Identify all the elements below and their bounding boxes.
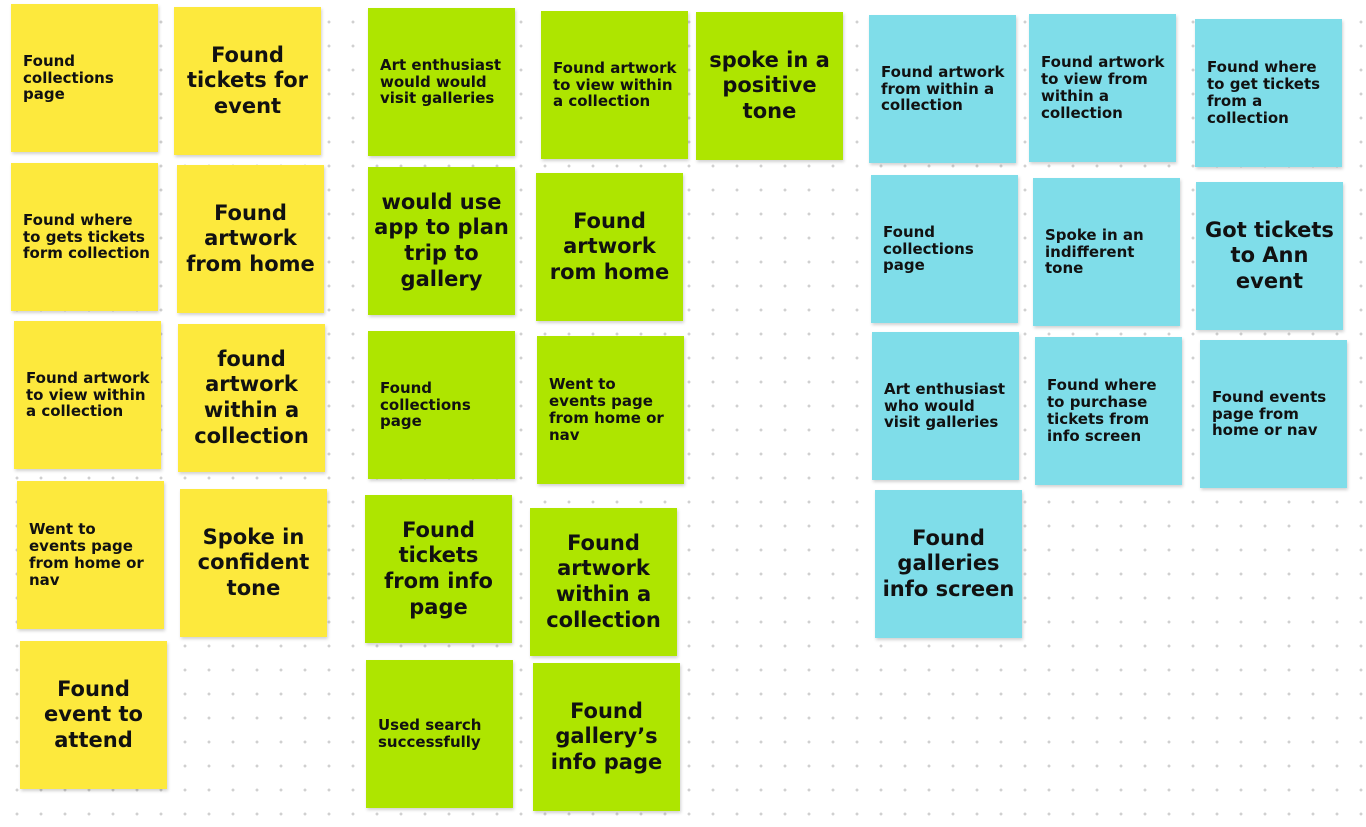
- whiteboard-canvas[interactable]: Found collections page Found tickets for…: [0, 0, 1366, 827]
- sticky-note-blue-found-artwork-from-within[interactable]: Found artwork from within a collection: [869, 15, 1016, 163]
- sticky-note-text: Found galleries info screen: [882, 525, 1015, 601]
- sticky-note-text: Found event to attend: [44, 676, 143, 752]
- sticky-note-blue-found-events-page[interactable]: Found events page from home or nav: [1200, 340, 1347, 488]
- sticky-note-text: Found artwork to view within a collectio…: [553, 58, 677, 111]
- sticky-note-yellow-found-artwork-within-collection[interactable]: found artwork within a collection: [178, 324, 325, 472]
- sticky-note-blue-spoke-in-indifferent-tone[interactable]: Spoke in an indifferent tone: [1033, 178, 1180, 326]
- sticky-note-text: Got tickets to Ann event: [1205, 217, 1334, 293]
- sticky-note-green-found-artwork-to-view[interactable]: Found artwork to view within a collectio…: [541, 11, 688, 159]
- sticky-note-green-spoke-in-positive-tone[interactable]: spoke in a positive tone: [696, 12, 843, 160]
- sticky-note-text: would use app to plan trip to gallery: [374, 189, 509, 291]
- sticky-note-green-would-use-app[interactable]: would use app to plan trip to gallery: [368, 167, 515, 315]
- sticky-note-green-found-artwork-rom-home[interactable]: Found artwork rom home: [536, 173, 683, 321]
- sticky-note-text: Found where to purchase tickets from inf…: [1047, 376, 1157, 445]
- sticky-note-text: Spoke in confident tone: [197, 524, 310, 600]
- sticky-note-yellow-found-collections-page[interactable]: Found collections page: [11, 4, 158, 152]
- sticky-note-text: Found collections page: [23, 51, 114, 104]
- sticky-note-yellow-went-to-events-page[interactable]: Went to events page from home or nav: [17, 481, 164, 629]
- sticky-note-text: Found artwork from within a collection: [881, 62, 1005, 115]
- sticky-note-green-found-artwork-within-collection[interactable]: Found artwork within a collection: [530, 508, 677, 656]
- sticky-note-text: Found artwork from home: [186, 200, 315, 276]
- sticky-note-text: spoke in a positive tone: [709, 47, 830, 123]
- sticky-note-blue-found-where-to-get-tickets[interactable]: Found where to get tickets from a collec…: [1195, 19, 1342, 167]
- sticky-note-text: Found artwork to view within a collectio…: [26, 368, 150, 421]
- sticky-note-text: Spoke in an indifferent tone: [1045, 225, 1144, 278]
- sticky-note-text: Went to events page from home or nav: [29, 520, 144, 589]
- sticky-note-yellow-found-tickets-for-event[interactable]: Found tickets for event: [174, 7, 321, 155]
- sticky-note-text: Used search successfully: [378, 716, 482, 751]
- sticky-note-text: Found collections page: [883, 222, 974, 275]
- sticky-note-green-found-gallerys-info-page[interactable]: Found gallery’s info page: [533, 663, 680, 811]
- sticky-note-green-art-enthusiast[interactable]: Art enthusiast would would visit galleri…: [368, 8, 515, 156]
- sticky-note-blue-art-enthusiast[interactable]: Art enthusiast who would visit galleries: [872, 332, 1019, 480]
- sticky-note-yellow-spoke-in-confident-tone[interactable]: Spoke in confident tone: [180, 489, 327, 637]
- sticky-note-text: Art enthusiast who would visit galleries: [884, 379, 1006, 432]
- sticky-note-text: Found events page from home or nav: [1212, 387, 1327, 440]
- sticky-note-green-found-collections-page[interactable]: Found collections page: [368, 331, 515, 479]
- sticky-note-blue-got-tickets-to-ann-event[interactable]: Got tickets to Ann event: [1196, 182, 1343, 330]
- sticky-note-text: Went to events page from home or nav: [549, 375, 664, 444]
- sticky-note-text: Found collections page: [380, 378, 471, 431]
- sticky-note-green-found-tickets-from-info-page[interactable]: Found tickets from info page: [365, 495, 512, 643]
- sticky-note-text: Art enthusiast would would visit galleri…: [380, 55, 502, 108]
- sticky-note-text: Found tickets from info page: [384, 517, 493, 619]
- sticky-note-text: Found artwork rom home: [549, 208, 670, 284]
- sticky-note-text: Found gallery’s info page: [550, 698, 663, 774]
- sticky-note-text: Found where to get tickets from a collec…: [1207, 58, 1321, 127]
- sticky-note-text: Found artwork to view from within a coll…: [1041, 53, 1165, 122]
- sticky-note-yellow-found-artwork-to-view[interactable]: Found artwork to view within a collectio…: [14, 321, 161, 469]
- sticky-note-green-went-to-events-page[interactable]: Went to events page from home or nav: [537, 336, 684, 484]
- sticky-note-green-used-search[interactable]: Used search successfully: [366, 660, 513, 808]
- sticky-note-blue-found-where-to-purchase-tickets[interactable]: Found where to purchase tickets from inf…: [1035, 337, 1182, 485]
- sticky-note-blue-found-collections-page[interactable]: Found collections page: [871, 175, 1018, 323]
- sticky-note-text: found artwork within a collection: [194, 346, 309, 448]
- sticky-note-yellow-found-artwork-from-home[interactable]: Found artwork from home: [177, 165, 324, 313]
- sticky-note-blue-found-artwork-to-view[interactable]: Found artwork to view from within a coll…: [1029, 14, 1176, 162]
- sticky-note-yellow-found-event-to-attend[interactable]: Found event to attend: [20, 641, 167, 789]
- sticky-note-text: Found where to gets tickets form collect…: [23, 210, 150, 263]
- sticky-note-blue-found-galleries-info-screen[interactable]: Found galleries info screen: [875, 490, 1022, 638]
- sticky-note-text: Found tickets for event: [186, 42, 309, 118]
- sticky-note-text: Found artwork within a collection: [546, 530, 661, 632]
- sticky-note-yellow-found-where-to-gets-tickets[interactable]: Found where to gets tickets form collect…: [11, 163, 158, 311]
